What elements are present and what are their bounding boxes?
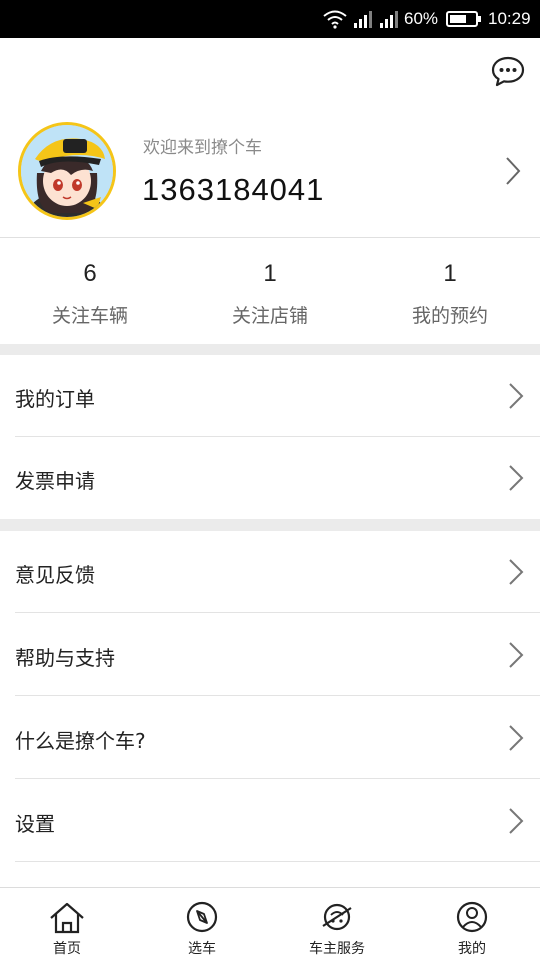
menu-item-what-is[interactable]: 什么是撩个车? [0,697,540,779]
stat-label: 关注店铺 [231,305,308,327]
chat-bubble-icon [491,56,525,87]
menu-item-label: 我的订单 [15,387,95,411]
tab-label: 车主服务 [309,941,365,957]
divider [15,778,540,779]
menu-item-settings[interactable]: 设置 [0,780,540,862]
tab-me[interactable]: 我的 [432,888,512,960]
compass-icon [186,901,218,933]
menu-item-help-support[interactable]: 帮助与支持 [0,614,540,696]
bottom-tab-bar: 首页 选车 车主服务 我的 [0,887,540,960]
chevron-right-icon [508,807,524,839]
section-gap [0,344,540,355]
chevron-right-icon [508,558,524,590]
tab-label: 首页 [53,941,81,957]
status-bar: 60% 10:29 [0,0,540,38]
user-icon [456,901,488,933]
message-button[interactable] [490,54,526,88]
wifi-icon [322,0,348,38]
clock: 10:29 [488,9,531,28]
stat-label: 关注车辆 [51,305,128,327]
chevron-right-icon [504,156,522,190]
chevron-right-icon [508,724,524,756]
user-phone: 1363184041 [142,172,325,207]
menu-item-my-orders[interactable]: 我的订单 [0,355,540,437]
avatar-cartoon-girl [21,125,113,217]
chevron-right-icon [508,641,524,673]
menu-item-feedback[interactable]: 意见反馈 [0,531,540,613]
menu-item-label: 发票申请 [15,469,95,493]
battery-percent: 60% [404,9,439,28]
stats-row: 6 关注车辆 1 关注店铺 1 我的预约 [0,238,540,344]
tab-home[interactable]: 首页 [27,888,107,960]
divider [15,695,540,696]
tab-label: 我的 [458,941,486,957]
header [0,38,540,106]
signal-icon-sim2 [379,0,399,38]
profile-card[interactable]: 欢迎来到撩个车 1363184041 [0,106,540,237]
tab-label: 选车 [188,941,216,957]
section-gap [0,519,540,531]
menu-item-label: 帮助与支持 [15,646,115,670]
menu-item-label: 设置 [15,812,55,836]
menu-item-invoice-request[interactable]: 发票申请 [0,437,540,519]
divider [15,861,540,862]
menu-item-label: 什么是撩个车? [15,729,146,753]
chevron-right-icon [508,382,524,414]
chevron-right-icon [508,464,524,496]
stat-value: 1 [263,260,277,287]
welcome-text: 欢迎来到撩个车 [143,138,262,158]
stat-value: 1 [443,260,457,287]
stat-my-appointments[interactable]: 1 我的预约 [360,238,540,344]
tab-owner-service[interactable]: 车主服务 [297,888,377,960]
signal-icon-sim1 [353,0,373,38]
stat-followed-shops[interactable]: 1 关注店铺 [180,238,360,344]
avatar[interactable] [18,122,116,220]
stat-value: 6 [83,260,97,287]
service-icon [322,903,352,931]
stat-label: 我的预约 [411,305,488,327]
battery-icon [446,0,482,38]
tab-choose-car[interactable]: 选车 [162,888,242,960]
menu-item-label: 意见反馈 [15,563,95,587]
divider [15,612,540,613]
stat-followed-cars[interactable]: 6 关注车辆 [0,238,180,344]
home-icon [50,902,84,934]
